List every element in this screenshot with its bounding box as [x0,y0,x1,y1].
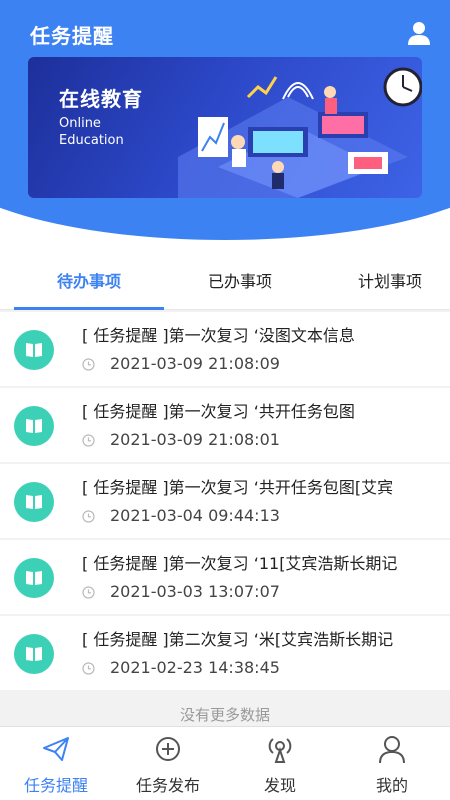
tab-bar: 待办事项 已办事项 计划事项 [0,258,450,310]
tab-todo[interactable]: 待办事项 [14,258,164,310]
clock-icon [82,662,95,675]
header: 任务提醒 在线教育 Online Education [0,0,450,258]
list-end-text: 没有更多数据 [179,706,270,724]
task-time: 2021-03-03 13:07:07 [110,582,280,601]
banner[interactable]: 在线教育 Online Education [28,57,422,198]
plus-circle-icon [156,737,180,761]
task-time: 2021-03-09 21:08:09 [110,354,280,373]
nav-task-reminder[interactable]: 任务提醒 [0,727,112,800]
task-time: 2021-03-09 21:08:01 [110,430,280,449]
tab-active-indicator [14,307,164,310]
book-icon [14,558,54,598]
book-icon [14,634,54,674]
tab-done[interactable]: 已办事项 [165,258,315,310]
tab-planned[interactable]: 计划事项 [315,258,450,310]
list-item[interactable]: [ 任务提醒 ]第一次复习 ‘没图文本信息 2021-03-09 21:08:0… [0,312,450,386]
bottom-nav: 任务提醒 任务发布 发现 我的 [0,726,450,800]
nav-label: 发现 [263,776,296,795]
nav-discover[interactable]: 发现 [224,727,336,800]
nav-label: 我的 [375,776,408,795]
nav-label: 任务发布 [135,776,200,795]
banner-title: 在线教育 [59,87,143,111]
list-item[interactable]: [ 任务提醒 ]第一次复习 ‘共开任务包图 2021-03-09 21:08:0… [0,388,450,462]
list-item[interactable]: [ 任务提醒 ]第一次复习 ‘11[艾宾浩斯长期记 2021-03-03 13:… [0,540,450,614]
task-time: 2021-02-23 14:38:45 [110,658,280,677]
clock-icon [82,586,95,599]
task-title: [ 任务提醒 ]第一次复习 ‘11[艾宾浩斯长期记 [82,554,398,573]
nav-mine[interactable]: 我的 [336,727,448,800]
clock-icon [82,434,95,447]
page-title: 任务提醒 [30,24,114,48]
clock-icon [82,510,95,523]
banner-subtitle: Online Education [59,116,124,148]
task-title: [ 任务提醒 ]第一次复习 ‘共开任务包图 [82,402,355,421]
task-title: [ 任务提醒 ]第一次复习 ‘没图文本信息 [82,326,355,345]
task-title: [ 任务提醒 ]第一次复习 ‘共开任务包图[艾宾 [82,478,394,497]
person-icon [379,736,405,764]
task-time: 2021-03-04 09:44:13 [110,506,280,525]
user-icon[interactable] [406,20,432,46]
clock-icon [82,358,95,371]
radar-icon [268,738,292,763]
paper-plane-icon [43,737,69,761]
list-item[interactable]: [ 任务提醒 ]第二次复习 ‘米[艾宾浩斯长期记 2021-02-23 14:3… [0,616,450,690]
book-icon [14,406,54,446]
banner-illustration [178,67,422,198]
list-item[interactable]: [ 任务提醒 ]第一次复习 ‘共开任务包图[艾宾 2021-03-04 09:4… [0,464,450,538]
nav-label: 任务提醒 [23,776,88,795]
book-icon [14,330,54,370]
nav-task-publish[interactable]: 任务发布 [112,727,224,800]
book-icon [14,482,54,522]
task-title: [ 任务提醒 ]第二次复习 ‘米[艾宾浩斯长期记 [82,630,394,649]
